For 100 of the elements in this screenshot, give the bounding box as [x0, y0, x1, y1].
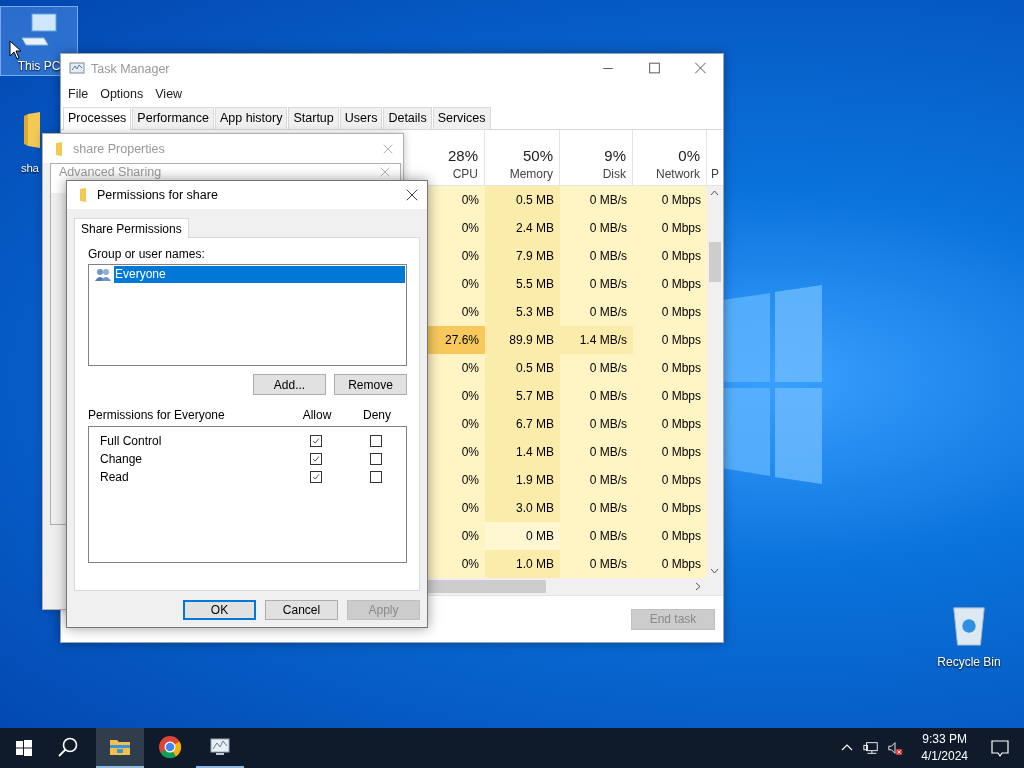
tab[interactable]: Details [383, 107, 432, 129]
table-cell: 0 MB/s [560, 438, 633, 466]
clock-date: 4/1/2024 [921, 748, 968, 765]
table-cell: 0 MB/s [560, 494, 633, 522]
deny-checkbox[interactable] [370, 453, 382, 465]
cursor-icon [9, 40, 21, 60]
tab[interactable]: Users [339, 107, 383, 129]
table-cell: 0 MB [485, 522, 560, 550]
table-cell: 2.4 MB [485, 214, 560, 242]
table-cell: 0.5 MB [485, 186, 560, 214]
desktop-icon[interactable]: sha [20, 106, 42, 174]
allow-checkbox[interactable] [310, 471, 322, 483]
permission-name: Read [99, 470, 130, 484]
table-cell: 5.7 MB [485, 382, 560, 410]
table-cell: 0 Mbps [633, 466, 707, 494]
table-cell: 0 Mbps [633, 354, 707, 382]
desktop-icon[interactable]: Recycle Bin [930, 600, 1008, 670]
clock-time: 9:33 PM [922, 731, 967, 748]
column-percent: 9% [604, 147, 626, 164]
dialog-button[interactable]: Cancel [265, 600, 338, 620]
column-label: Network [656, 167, 700, 181]
dialog-button[interactable]: Add... [253, 374, 326, 395]
tab[interactable]: App history [214, 107, 288, 129]
window-title: Permissions for share [97, 188, 218, 202]
table-cell: 1.0 MB [485, 550, 560, 578]
vertical-scrollbar[interactable] [707, 186, 723, 578]
table-cell: 5.3 MB [485, 298, 560, 326]
dialog-button[interactable]: OK [183, 600, 256, 620]
table-cell: 0 MB/s [560, 382, 633, 410]
tab[interactable]: Performance [132, 107, 214, 129]
deny-checkbox[interactable] [370, 435, 382, 447]
menu-item[interactable]: Options [100, 87, 144, 101]
network-icon[interactable] [863, 740, 880, 756]
table-cell: 0 Mbps [633, 298, 707, 326]
table-cell: 0 MB/s [560, 410, 633, 438]
tab[interactable]: Processes [63, 107, 132, 130]
column-percent: 28% [447, 147, 478, 164]
monitor-icon [69, 60, 85, 77]
table-cell: 3.0 MB [485, 494, 560, 522]
table-cell: 0 Mbps [633, 438, 707, 466]
table-cell: 0 MB/s [560, 522, 633, 550]
list-label: Group or user names: [88, 247, 206, 261]
volume-muted-icon[interactable] [887, 740, 904, 756]
permission-name: Change [99, 452, 144, 466]
table-cell: 0 Mbps [633, 270, 707, 298]
allow-checkbox[interactable] [310, 453, 322, 465]
table-cell: 0 MB/s [560, 242, 633, 270]
icon-label: sha [21, 162, 39, 174]
table-cell: 1.9 MB [485, 466, 560, 494]
clock[interactable]: 9:33 PM 4/1/2024 [911, 731, 978, 765]
table-cell: 0 MB/s [560, 270, 633, 298]
table-cell: 1.4 MB [485, 438, 560, 466]
column-percent: 50% [522, 147, 553, 164]
table-cell: 0 Mbps [633, 522, 707, 550]
table-cell: 0 MB/s [560, 298, 633, 326]
deny-checkbox[interactable] [370, 471, 382, 483]
notifications-icon[interactable] [990, 738, 1010, 758]
window-title: share Properties [73, 141, 165, 156]
column-label: Deny [362, 408, 392, 422]
allow-checkbox[interactable] [310, 435, 322, 447]
dialog-button[interactable]: Remove [334, 374, 407, 395]
column-label: Disk [602, 167, 626, 181]
permission-name: Full Control [99, 434, 163, 448]
close-icon[interactable] [405, 188, 419, 202]
table-cell: 0 Mbps [633, 214, 707, 242]
table-cell: 0 Mbps [633, 410, 707, 438]
table-cell: 0 Mbps [633, 494, 707, 522]
tab[interactable]: Services [432, 107, 491, 129]
tab[interactable]: Startup [288, 107, 339, 129]
column-label: Memory [509, 167, 553, 181]
table-cell: 5.5 MB [485, 270, 560, 298]
folder-icon [22, 110, 42, 150]
column-percent: 0% [678, 147, 700, 164]
column-label: CPU [452, 167, 478, 181]
menu-item[interactable]: File [68, 87, 89, 101]
table-cell: 0 Mbps [633, 242, 707, 270]
window-title: Advanced Sharing [59, 165, 162, 179]
table-cell: 6.7 MB [485, 410, 560, 438]
menu-item[interactable]: View [155, 87, 183, 101]
taskbar-button[interactable] [96, 728, 144, 768]
table-cell: 0 MB/s [560, 186, 633, 214]
window-title: Task Manager [91, 61, 170, 76]
icon-label: Recycle Bin [937, 655, 1001, 669]
scrollbar-thumb[interactable] [709, 242, 721, 282]
table-cell: 7.9 MB [485, 242, 560, 270]
permissions-label: Permissions for Everyone [88, 408, 226, 422]
table-cell: 0 Mbps [633, 326, 707, 354]
browser-icon [158, 735, 182, 759]
column-label: Allow [301, 408, 333, 422]
list-item[interactable]: Everyone [114, 266, 405, 283]
table-cell: 0 MB/s [560, 354, 633, 382]
start-icon[interactable] [14, 738, 34, 758]
table-cell: 0.5 MB [485, 354, 560, 382]
tab[interactable]: Share Permissions [74, 218, 189, 238]
table-cell: 1.4 MB/s [560, 326, 633, 354]
table-cell: 0 Mbps [633, 382, 707, 410]
table-cell: 89.9 MB [485, 326, 560, 354]
table-cell: 0 Mbps [633, 550, 707, 578]
icon-label: This PC [17, 59, 61, 73]
users-icon [94, 267, 112, 282]
